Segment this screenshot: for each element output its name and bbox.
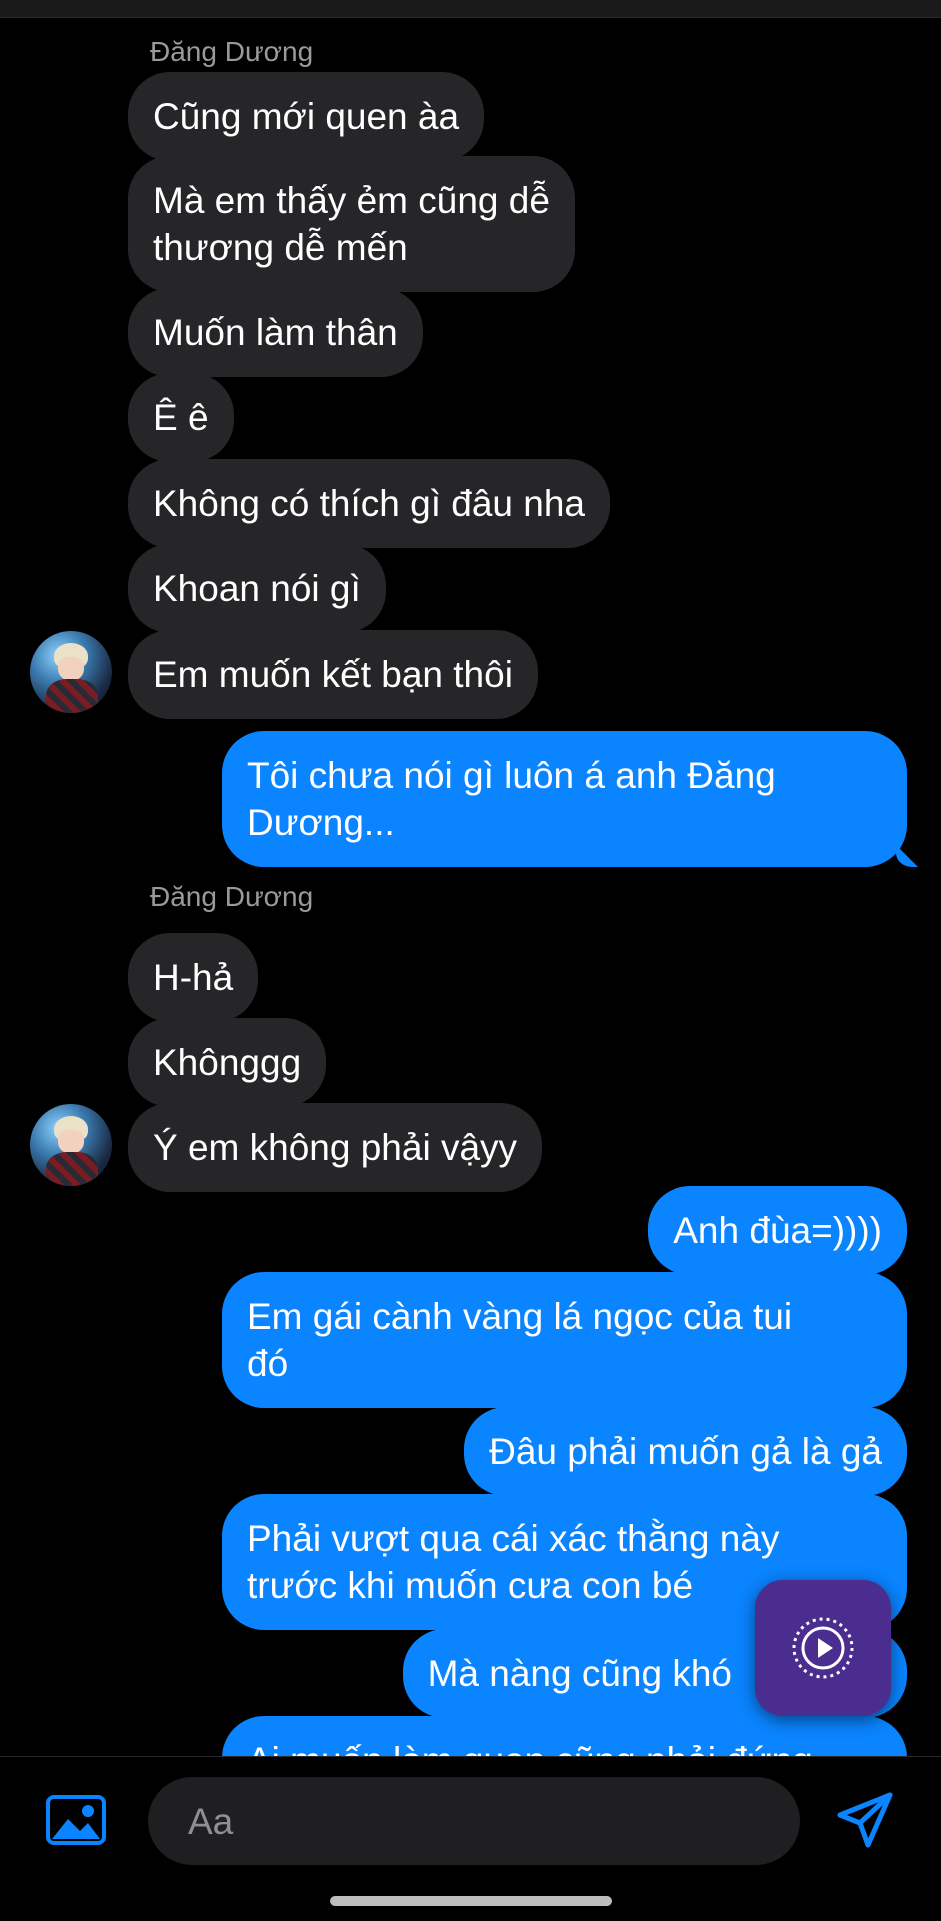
sender-avatar[interactable] [30, 631, 112, 713]
incoming-message[interactable]: H-hả [128, 933, 259, 1022]
avatar-body [46, 679, 98, 713]
outgoing-message[interactable]: Em gái cành vàng lá ngọc của tui đó [222, 1272, 907, 1408]
incoming-message[interactable]: Không có thích gì đâu nha [128, 459, 611, 548]
send-icon[interactable] [836, 1791, 894, 1849]
sender-name: Đăng Dương [150, 881, 314, 912]
sender-avatar[interactable] [30, 1104, 112, 1186]
incoming-message[interactable]: Muốn làm thân [128, 288, 423, 377]
avatar-face [58, 657, 84, 681]
incoming-message[interactable]: Khônggg [128, 1018, 327, 1107]
composer-bar [0, 1756, 941, 1921]
outgoing-message[interactable]: Ai muốn làm quen cũng phải đứng [222, 1716, 907, 1756]
incoming-message[interactable]: Khoan nói gì [128, 544, 386, 633]
message-input[interactable] [186, 1777, 770, 1867]
incoming-message[interactable]: Mà em thấy ẻm cũng dễ thương dễ mến [128, 156, 575, 292]
play-circle-icon [792, 1617, 854, 1679]
outgoing-message[interactable]: Đâu phải muốn gả là gả [464, 1407, 907, 1496]
image-icon[interactable] [46, 1795, 106, 1845]
home-indicator [330, 1896, 612, 1906]
incoming-message[interactable]: Ý em không phải vậyy [128, 1103, 543, 1192]
play-button[interactable] [755, 1580, 891, 1716]
message-composer[interactable] [148, 1777, 800, 1867]
status-bar-divider [0, 0, 941, 18]
message-list[interactable]: Đăng Dương Cũng mới quen àa Mà em thấy ẻ… [0, 18, 941, 1756]
avatar-face [58, 1130, 84, 1154]
incoming-message[interactable]: Cũng mới quen àa [128, 72, 485, 161]
avatar-body [46, 1152, 98, 1186]
incoming-message[interactable]: Em muốn kết bạn thôi [128, 630, 538, 719]
outgoing-message[interactable]: Anh đùa=)))) [648, 1186, 907, 1275]
outgoing-message[interactable]: Tôi chưa nói gì luôn á anh Đăng Dương... [222, 731, 907, 867]
incoming-message[interactable]: Ê ê [128, 373, 234, 462]
sender-name: Đăng Dương [150, 36, 314, 67]
